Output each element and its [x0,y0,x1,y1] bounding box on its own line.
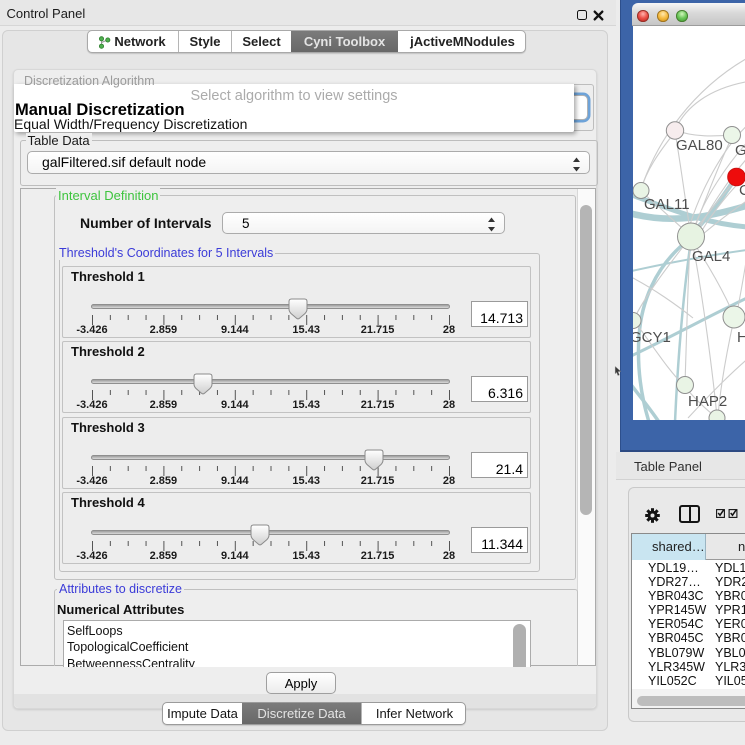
svg-text:GA: GA [735,142,745,159]
svg-text:GAL80: GAL80 [676,137,723,154]
svg-text:GAL4: GAL4 [692,248,730,265]
svg-text:HAP2: HAP2 [688,393,727,410]
svg-text:GCY1: GCY1 [633,329,671,346]
svg-text:H: H [737,329,745,346]
svg-text:C: C [739,182,745,199]
svg-text:GAL11: GAL11 [644,196,690,213]
